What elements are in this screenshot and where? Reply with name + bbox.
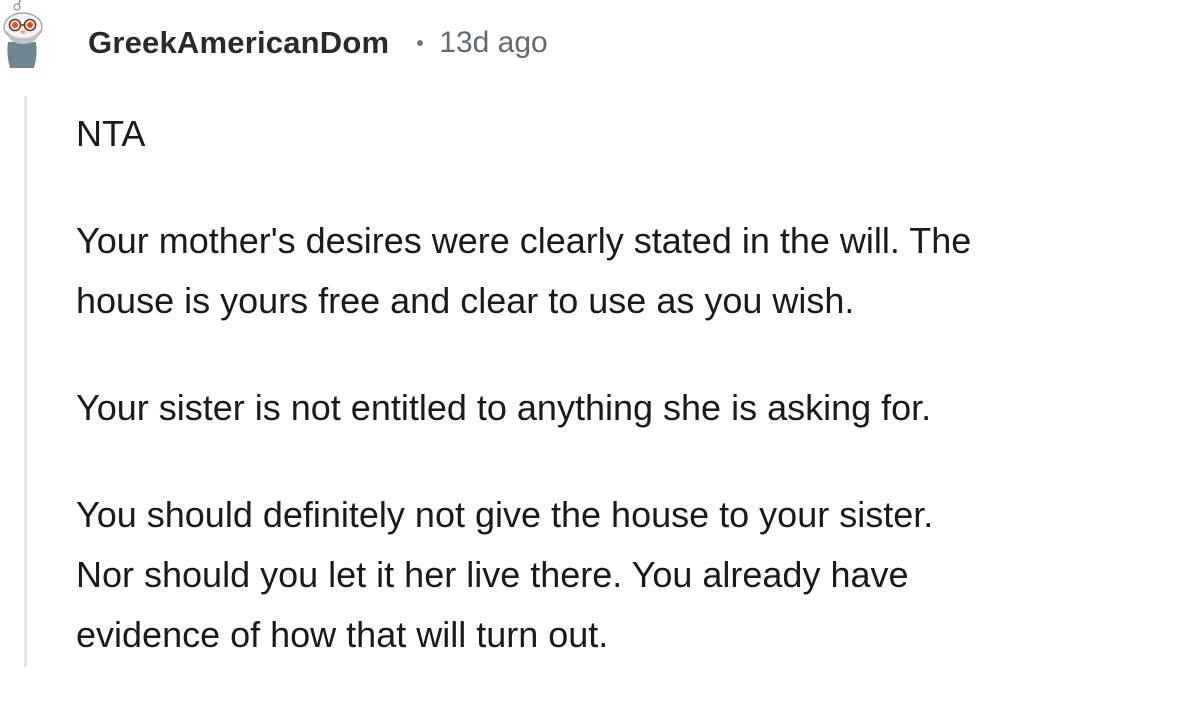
- comment: GreekAmericanDom 13d ago NTA Your mother…: [0, 0, 1177, 667]
- comment-text-line: house is yours free and clear to use as …: [76, 280, 855, 321]
- comment-text-line: NTA: [76, 113, 146, 154]
- comment-body: NTA Your mother's desires were clearly s…: [76, 104, 1171, 712]
- comment-paragraph: NTA: [76, 104, 1171, 164]
- comment-text-line: evidence of how that will turn out.: [76, 614, 609, 655]
- comment-text-line: Nor should you let it her live there. Yo…: [76, 554, 909, 595]
- username-link[interactable]: GreekAmericanDom: [88, 25, 389, 61]
- comment-timestamp[interactable]: 13d ago: [439, 26, 547, 60]
- comment-header: GreekAmericanDom 13d ago: [88, 22, 548, 64]
- comment-text-line: Your sister is not entitled to anything …: [76, 387, 932, 428]
- dot-separator-icon: [417, 40, 424, 46]
- comment-paragraph: You should definitely not give the house…: [76, 485, 1171, 665]
- comment-text-line: Your mother's desires were clearly state…: [76, 220, 972, 261]
- comment-paragraph: Your mother's desires were clearly state…: [76, 211, 1171, 331]
- comment-text-line: You should definitely not give the house…: [76, 494, 934, 535]
- snoo-avatar-icon[interactable]: [0, 0, 60, 76]
- comment-paragraph: Your sister is not entitled to anything …: [76, 378, 1171, 438]
- thread-collapse-line[interactable]: [24, 96, 27, 667]
